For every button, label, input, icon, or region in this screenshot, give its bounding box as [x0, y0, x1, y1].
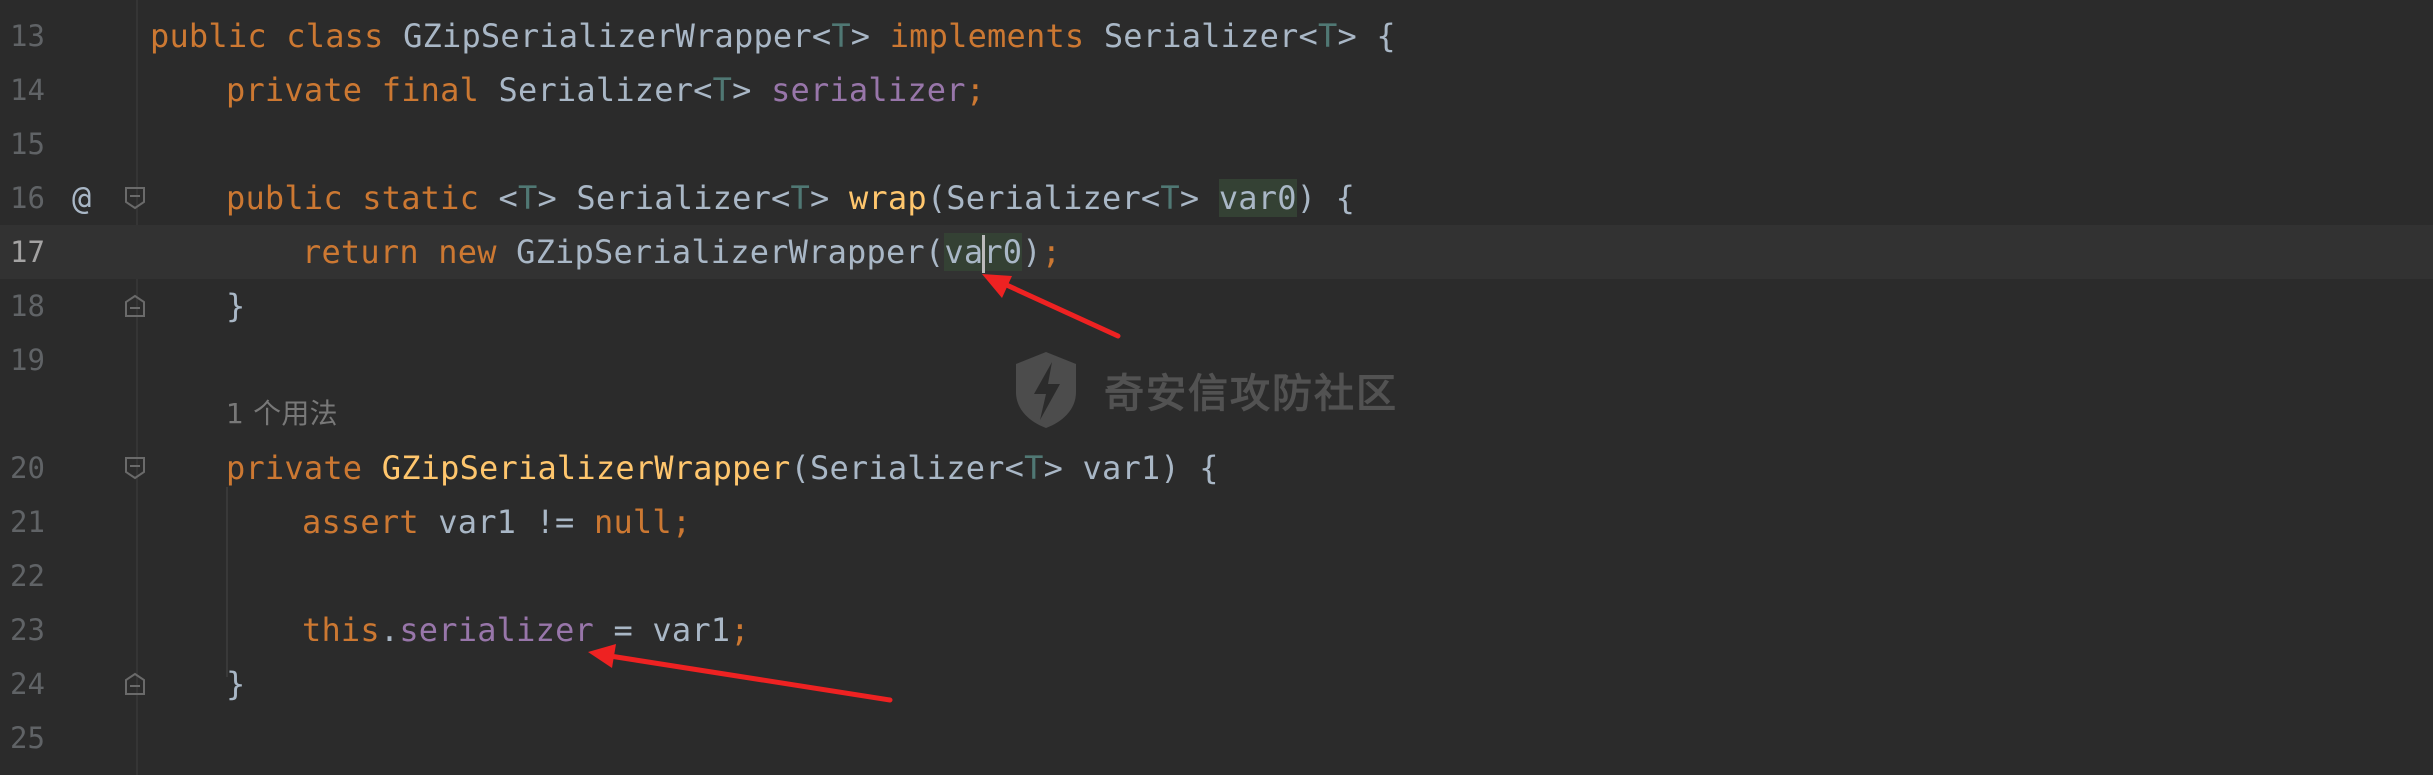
arrow-to-var0 [982, 274, 1121, 339]
code-editor[interactable]: 13 public class GZipSerializerWrapper<T>… [0, 0, 2433, 775]
arrow-to-serializer-field [588, 644, 893, 703]
annotation-arrows [588, 274, 1121, 703]
